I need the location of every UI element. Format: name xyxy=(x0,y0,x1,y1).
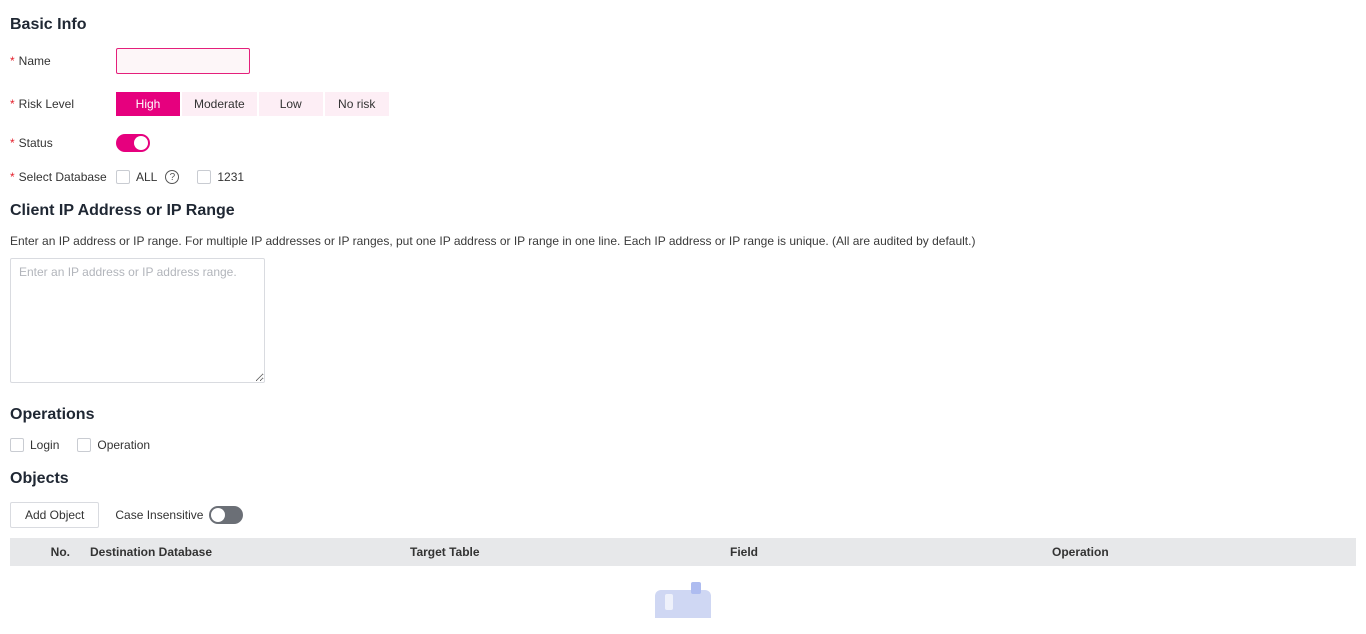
required-star-icon: * xyxy=(10,54,15,68)
db-1231-checkbox[interactable] xyxy=(197,170,211,184)
db-all-option: ALL ? xyxy=(116,170,179,184)
status-label-text: Status xyxy=(19,136,53,150)
objects-table-header-row: No. Destination Database Target Table Fi… xyxy=(10,538,1356,566)
row-status: * Status xyxy=(10,134,1356,152)
section-basic-info-title: Basic Info xyxy=(10,16,1356,34)
required-star-icon: * xyxy=(10,170,15,184)
name-input[interactable] xyxy=(116,48,250,74)
row-select-database: * Select Database ALL ? 1231 xyxy=(10,170,1356,184)
op-login-checkbox[interactable] xyxy=(10,438,24,452)
required-star-icon: * xyxy=(10,136,15,150)
risk-level-label: * Risk Level xyxy=(10,97,116,111)
help-icon[interactable]: ? xyxy=(165,170,179,184)
switch-thumb xyxy=(134,136,148,150)
risk-low-button[interactable]: Low xyxy=(259,92,323,116)
risk-level-label-text: Risk Level xyxy=(19,97,74,111)
required-star-icon: * xyxy=(10,97,15,111)
row-risk-level: * Risk Level High Moderate Low No risk xyxy=(10,92,1356,116)
client-ip-hint: Enter an IP address or IP range. For mul… xyxy=(10,234,1356,248)
row-name: * Name xyxy=(10,48,1356,74)
case-insensitive-toggle[interactable] xyxy=(209,506,243,524)
section-client-ip-title: Client IP Address or IP Range xyxy=(10,202,1356,220)
col-target-header: Target Table xyxy=(400,538,720,566)
op-login-option: Login xyxy=(10,438,59,452)
objects-controls: Add Object Case Insensitive xyxy=(10,502,1356,528)
op-login-label: Login xyxy=(30,438,59,452)
case-insensitive-label: Case Insensitive xyxy=(115,508,203,522)
db-all-label: ALL xyxy=(136,170,157,184)
risk-high-button[interactable]: High xyxy=(116,92,180,116)
status-toggle[interactable] xyxy=(116,134,150,152)
db-1231-label: 1231 xyxy=(217,170,244,184)
op-operation-checkbox[interactable] xyxy=(77,438,91,452)
risk-norisk-button[interactable]: No risk xyxy=(325,92,389,116)
empty-state-icon xyxy=(655,590,711,618)
select-database-label: * Select Database xyxy=(10,170,116,184)
client-ip-textarea[interactable] xyxy=(10,258,265,383)
col-field-header: Field xyxy=(720,538,1042,566)
risk-moderate-button[interactable]: Moderate xyxy=(182,92,257,116)
objects-table: No. Destination Database Target Table Fi… xyxy=(10,538,1356,566)
add-object-button[interactable]: Add Object xyxy=(10,502,99,528)
section-operations-title: Operations xyxy=(10,406,1356,424)
db-all-checkbox[interactable] xyxy=(116,170,130,184)
db-1231-option: 1231 xyxy=(197,170,244,184)
col-dest-header: Destination Database xyxy=(80,538,400,566)
operations-options: Login Operation xyxy=(10,438,1356,452)
op-operation-option: Operation xyxy=(77,438,150,452)
empty-state-illustration xyxy=(10,590,1356,618)
name-label-text: Name xyxy=(19,54,51,68)
col-no-header: No. xyxy=(10,538,80,566)
section-objects-title: Objects xyxy=(10,470,1356,488)
name-label: * Name xyxy=(10,54,116,68)
col-op-header: Operation xyxy=(1042,538,1356,566)
select-database-label-text: Select Database xyxy=(19,170,107,184)
risk-level-radio-group: High Moderate Low No risk xyxy=(116,92,389,116)
op-operation-label: Operation xyxy=(97,438,150,452)
status-label: * Status xyxy=(10,136,116,150)
